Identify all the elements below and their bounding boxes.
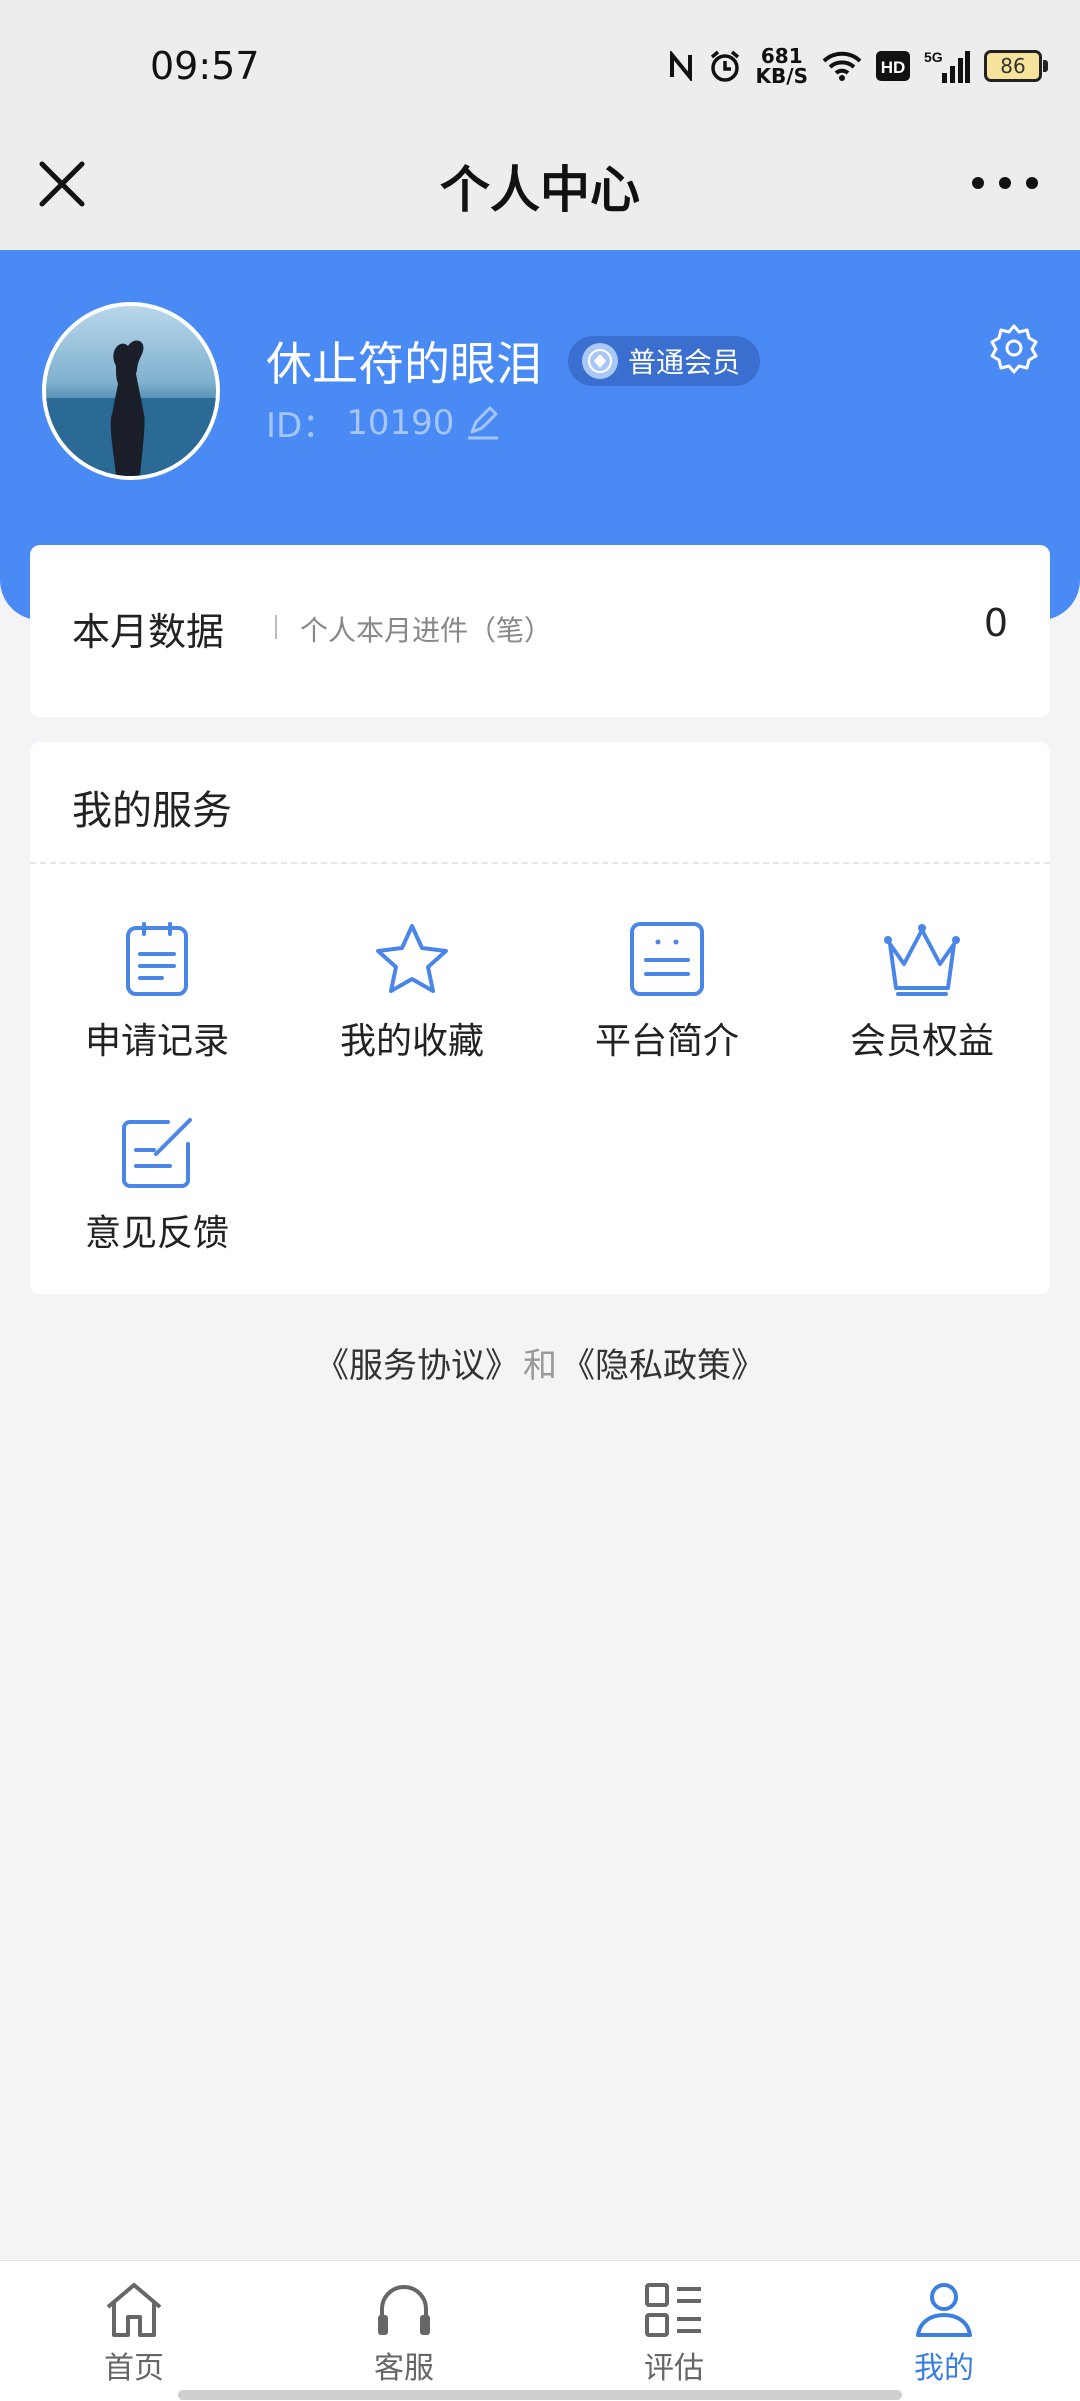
svg-text:HD: HD — [881, 58, 906, 77]
service-label: 申请记录 — [84, 1021, 229, 1062]
tab-mine[interactable]: 我的 — [844, 2281, 1044, 2387]
services-divider — [30, 862, 1050, 864]
tab-label: 评估 — [644, 2351, 704, 2386]
svg-text:5G: 5G — [924, 49, 943, 65]
service-agreement-link[interactable]: 《服务协议》 — [315, 1346, 519, 1386]
hd-icon: HD — [876, 51, 910, 81]
feedback-edit-icon — [122, 1118, 192, 1188]
status-time: 09:57 — [150, 44, 260, 88]
service-favorites[interactable]: 我的收藏 — [297, 920, 527, 1064]
home-indicator[interactable] — [178, 2390, 902, 2400]
wifi-icon — [822, 51, 862, 81]
agreement-links: 《服务协议》和《隐私政策》 — [0, 1338, 1080, 1387]
agreement-and: 和 — [523, 1346, 557, 1386]
avatar-silhouette — [46, 340, 216, 476]
tab-assessment[interactable]: 评估 — [574, 2281, 774, 2387]
username: 休止符的眼泪 — [266, 337, 542, 391]
member-badge[interactable]: 普通会员 — [568, 336, 761, 386]
user-id-label: ID： — [266, 406, 337, 446]
service-label: 意见反馈 — [84, 1213, 229, 1254]
month-data-subtitle: 个人本月进件（笔） — [300, 614, 553, 647]
month-data-value: 0 — [983, 601, 1008, 645]
service-feedback[interactable]: 意见反馈 — [42, 1112, 272, 1256]
nav-bar: 个人中心 — [0, 130, 1080, 250]
list-grid-icon — [645, 2283, 701, 2337]
page-title: 个人中心 — [440, 161, 640, 219]
bottom-tab-bar: 首页 客服 评估 我的 — [0, 2260, 1080, 2401]
privacy-policy-link[interactable]: 《隐私政策》 — [561, 1346, 765, 1386]
star-icon — [376, 924, 448, 993]
services-title: 我的服务 — [72, 788, 232, 834]
user-id: ID： 10190 — [266, 398, 502, 447]
service-label: 会员权益 — [849, 1021, 994, 1062]
service-label: 我的收藏 — [339, 1021, 484, 1062]
more-icon[interactable] — [970, 168, 1040, 198]
services-card: 我的服务 申请记录 我的收藏 平台简介 会员权益 意见反馈 — [30, 742, 1050, 1294]
clipboard-icon — [126, 922, 188, 996]
tab-label: 客服 — [374, 2351, 434, 2386]
person-icon — [916, 2283, 972, 2337]
gear-icon[interactable] — [988, 322, 1040, 374]
alarm-icon — [710, 50, 739, 82]
nfc-icon — [669, 51, 692, 81]
tab-customer-service[interactable]: 客服 — [304, 2281, 504, 2387]
service-member-benefits[interactable]: 会员权益 — [807, 920, 1037, 1064]
tab-label: 我的 — [914, 2351, 974, 2386]
service-apply-records[interactable]: 申请记录 — [42, 920, 272, 1064]
edit-icon[interactable] — [464, 404, 502, 442]
month-data-divider — [275, 615, 277, 639]
service-label: 平台简介 — [594, 1021, 739, 1062]
month-data-card[interactable]: 本月数据 个人本月进件（笔） 0 — [30, 545, 1050, 717]
crown-icon — [884, 924, 960, 996]
member-icon — [582, 343, 618, 379]
member-badge-label: 普通会员 — [628, 346, 741, 379]
status-bar: 09:57 681 KB/S HD 5G 86 — [0, 0, 1080, 130]
status-icons: 681 KB/S HD 5G 86 — [668, 44, 1048, 88]
tab-home[interactable]: 首页 — [34, 2281, 234, 2387]
tab-label: 首页 — [104, 2351, 164, 2386]
service-platform-intro[interactable]: 平台简介 — [552, 920, 782, 1064]
user-id-value: 10190 — [346, 402, 455, 443]
month-data-title: 本月数据 — [72, 610, 225, 654]
battery-icon: 86 — [984, 50, 1048, 82]
signal-icon: 5G — [924, 49, 970, 83]
avatar[interactable] — [42, 302, 220, 480]
net-speed: 681 KB/S — [755, 44, 808, 88]
home-icon — [106, 2283, 162, 2337]
document-icon — [630, 922, 704, 996]
headset-icon — [378, 2285, 430, 2335]
